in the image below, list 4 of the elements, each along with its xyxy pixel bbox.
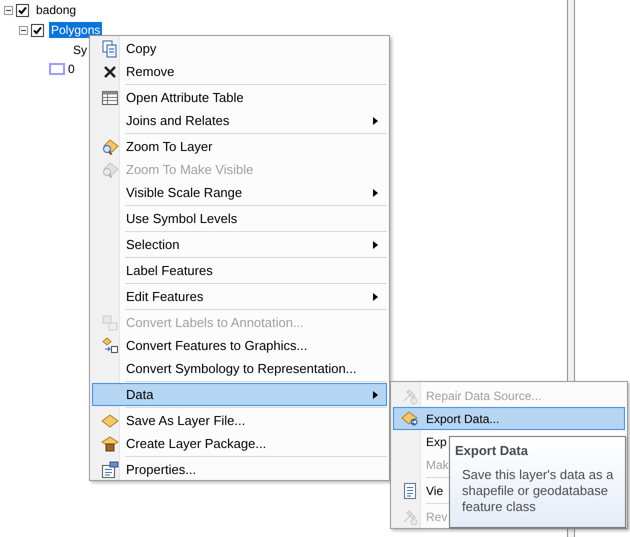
tooltip-title: Export Data: [455, 443, 529, 458]
legend-label: 0: [67, 62, 75, 76]
legend-heading: Sy: [73, 43, 88, 57]
tooltip-text: Save this layer's data as a shapefile or geodatabase feature class: [461, 467, 614, 515]
